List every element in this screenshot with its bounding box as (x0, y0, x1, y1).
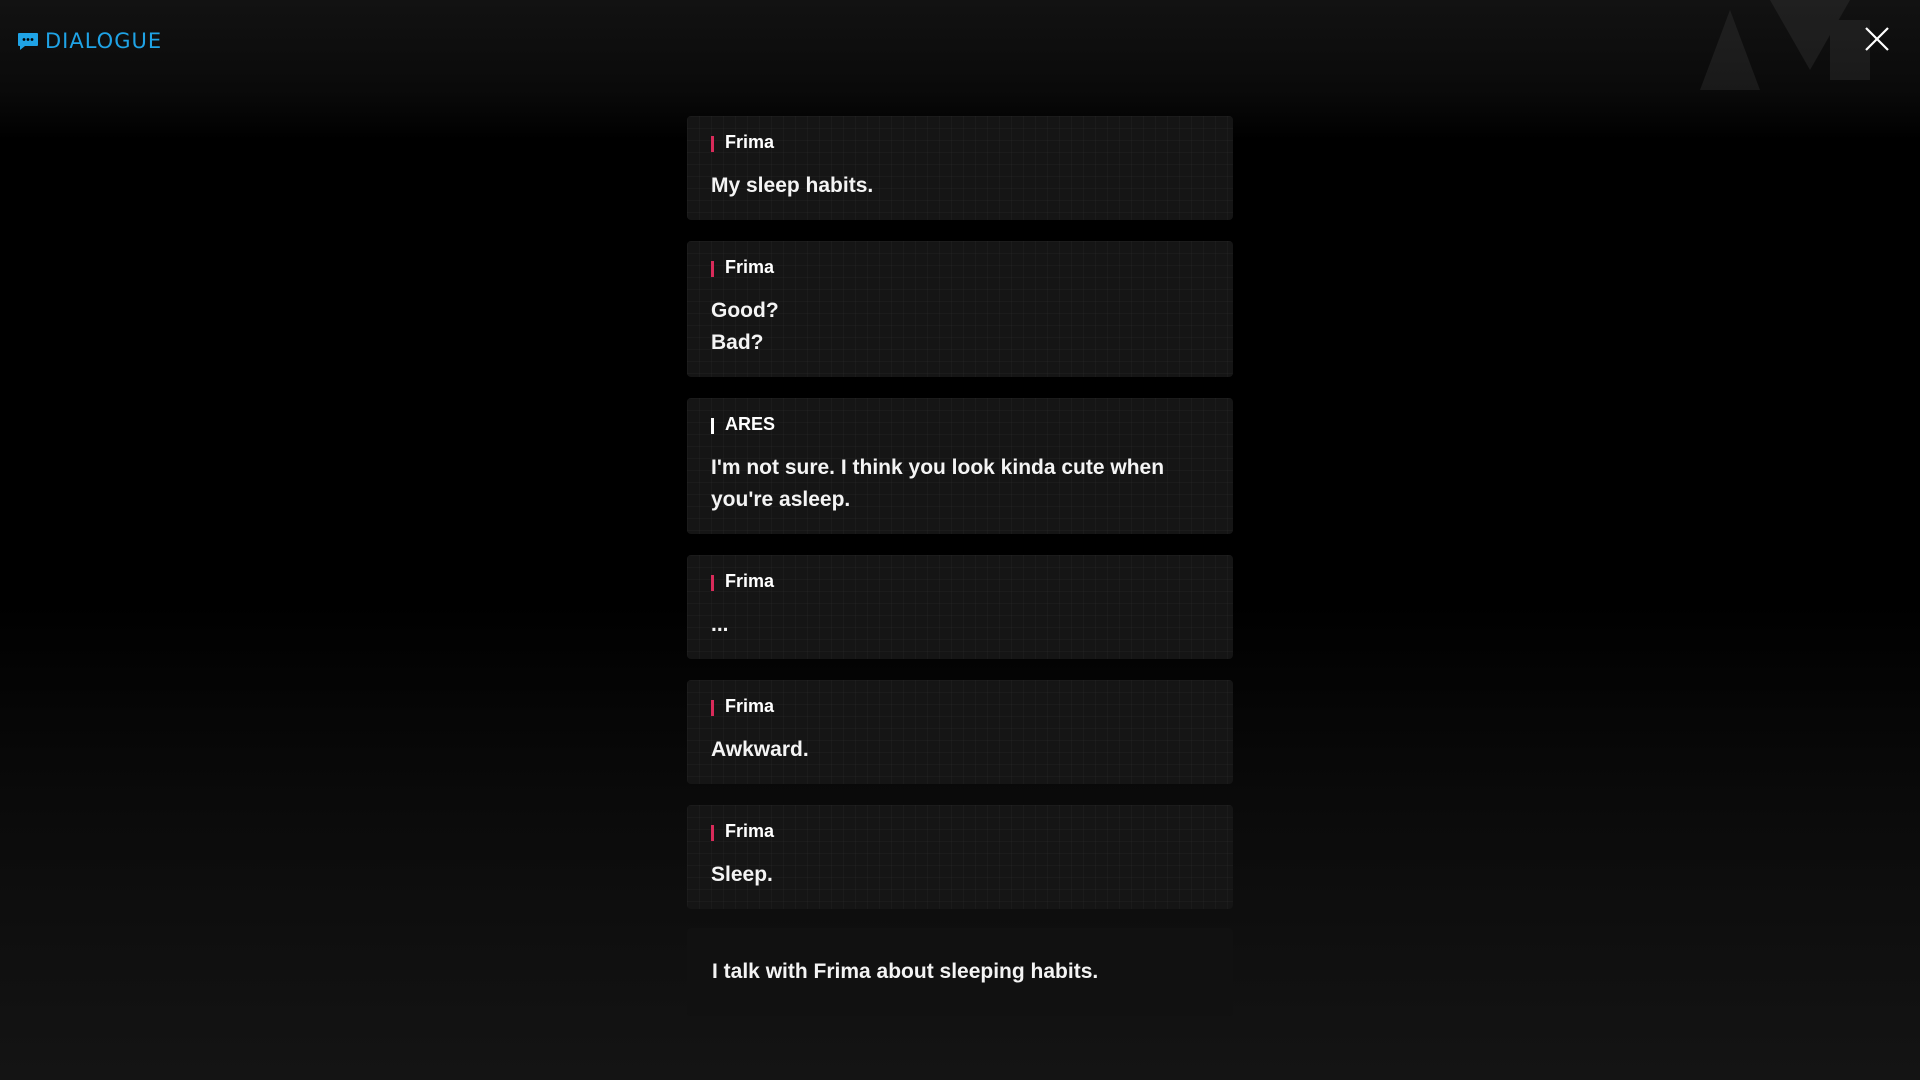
speaker-name: Frima (725, 570, 775, 591)
dialogue-title: DIALOGUE (45, 29, 163, 53)
dialogue-header: DIALOGUE (17, 26, 162, 56)
speaker-marker (711, 574, 714, 591)
dialogue-line: I'm not sure. I think you look kinda cut… (711, 456, 1165, 511)
dialogue-summary: I talk with Frima about sleeping habits. (687, 928, 1233, 1016)
dialogue-line: Sleep. (711, 863, 773, 886)
speaker: Frima (711, 255, 1209, 279)
speaker-name: Frima (725, 820, 775, 841)
dialogue-entry: ARES I'm not sure. I think you look kind… (687, 398, 1233, 534)
speaker: Frima (711, 819, 1209, 843)
dialogue-entry: Frima Good? Bad? (687, 241, 1233, 377)
dialogue-line: ... (711, 613, 729, 636)
speaker-name: ARES (725, 413, 776, 434)
dialogue-log: Frima My sleep habits. Frima Good? Bad? … (687, 116, 1233, 1016)
speaker-name: Frima (725, 695, 775, 716)
dialogue-entry: Frima Sleep. (687, 805, 1233, 909)
dialogue-entry: Frima Awkward. (687, 680, 1233, 784)
speaker-marker (711, 260, 714, 277)
dialogue-line: My sleep habits. (711, 174, 874, 197)
dialogue-screen: DIALOGUE Frima My sleep habits. Frima Go… (0, 0, 1920, 1080)
dialogue-line: Good? Bad? (711, 295, 1209, 359)
close-icon[interactable] (1862, 24, 1892, 54)
speaker-name: Frima (725, 131, 775, 152)
speaker-name: Frima (725, 256, 775, 277)
speaker-marker (711, 135, 714, 152)
speaker-marker (711, 824, 714, 841)
speaker: Frima (711, 130, 1209, 154)
chat-bubble-icon (18, 33, 38, 50)
speaker-marker (711, 417, 714, 434)
dialogue-line: Awkward. (711, 738, 809, 761)
dialogue-line-part: Bad? (711, 331, 764, 354)
speaker: ARES (711, 412, 1209, 436)
dialogue-entry: Frima ... (687, 555, 1233, 659)
speaker: Frima (711, 694, 1209, 718)
background-emblem (1700, 0, 1870, 90)
speaker: Frima (711, 569, 1209, 593)
speaker-marker (711, 699, 714, 716)
dialogue-line-part: Good? (711, 299, 779, 322)
dialogue-entry: Frima My sleep habits. (687, 116, 1233, 220)
